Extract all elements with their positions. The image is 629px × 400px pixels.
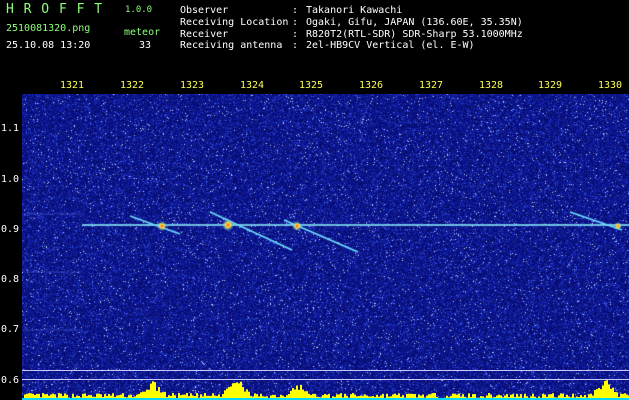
- y-tick-label: 0.8: [1, 274, 20, 285]
- observer-colon: :: [292, 5, 299, 16]
- histogram-bar: [150, 383, 152, 400]
- x-tick-label: 1328: [479, 80, 504, 91]
- x-tick-label: 1322: [120, 80, 145, 91]
- y-tick-label: 1.1: [1, 123, 20, 134]
- x-tick-label: 1324: [240, 80, 265, 91]
- hrofft-window: H R O F F T 1.0.0 2510081320.png meteor …: [0, 0, 629, 400]
- antenna-colon: :: [292, 40, 299, 51]
- meteor-count: 33: [139, 40, 152, 51]
- receiver-colon: :: [292, 29, 299, 40]
- antenna-value: 2el-HB9CV Vertical (el. E-W): [306, 40, 475, 51]
- x-tick-label: 1321: [60, 80, 85, 91]
- histogram-bar: [236, 382, 238, 400]
- histogram-bar: [602, 385, 604, 400]
- x-tick-label: 1330: [598, 80, 623, 91]
- receiver-value: R820T2(RTL-SDR) SDR-Sharp 53.1000MHz: [306, 29, 523, 40]
- antenna-key: Receiving antenna: [180, 40, 283, 51]
- detection-histogram: [22, 370, 629, 400]
- x-tick-label: 1329: [538, 80, 563, 91]
- location-value: Ogaki, Gifu, JAPAN (136.60E, 35.35N): [306, 17, 523, 28]
- location-key: Receiving Location: [180, 17, 289, 28]
- x-tick-label: 1326: [359, 80, 384, 91]
- histogram-bar: [300, 384, 302, 400]
- header-panel: H R O F F T 1.0.0 2510081320.png meteor …: [0, 0, 629, 74]
- time-axis: kHz 1321 1322 1323 1324 1325 1326 1327 1…: [0, 74, 629, 94]
- file-name: 2510081320.png: [6, 23, 91, 34]
- y-tick-label: 0.9: [1, 224, 20, 235]
- histogram-bar: [232, 383, 234, 400]
- frequency-axis: 1.1 1.0 0.9 0.8 0.7 0.6: [0, 74, 22, 400]
- histogram-bar: [296, 385, 298, 400]
- location-colon: :: [292, 17, 299, 28]
- meteor-label: meteor: [124, 27, 161, 38]
- y-tick-label: 1.0: [1, 174, 20, 185]
- x-tick-label: 1323: [180, 80, 205, 91]
- app-title: H R O F F T: [6, 2, 104, 17]
- spectrogram-waterfall: [22, 94, 629, 400]
- histogram-bar: [604, 380, 606, 400]
- histogram-bar: [234, 383, 236, 400]
- y-tick-label: 0.6: [1, 375, 20, 386]
- histogram-bars: [22, 380, 629, 400]
- capture-datetime: 25.10.08 13:20: [6, 40, 91, 51]
- histogram-bar: [238, 383, 240, 400]
- x-tick-label: 1327: [419, 80, 444, 91]
- histogram-bar: [240, 381, 242, 400]
- histogram-bar: [608, 384, 610, 400]
- histogram-bar: [606, 380, 608, 400]
- observer-value: Takanori Kawachi: [306, 5, 403, 16]
- histogram-bar: [230, 386, 232, 400]
- x-tick-label: 1325: [299, 80, 324, 91]
- histogram-bar: [152, 381, 154, 400]
- app-version: 1.0.0: [125, 5, 153, 15]
- receiver-key: Receiver: [180, 29, 229, 40]
- histogram-bar: [154, 382, 156, 400]
- y-tick-label: 0.7: [1, 324, 20, 335]
- observer-key: Observer: [180, 5, 229, 16]
